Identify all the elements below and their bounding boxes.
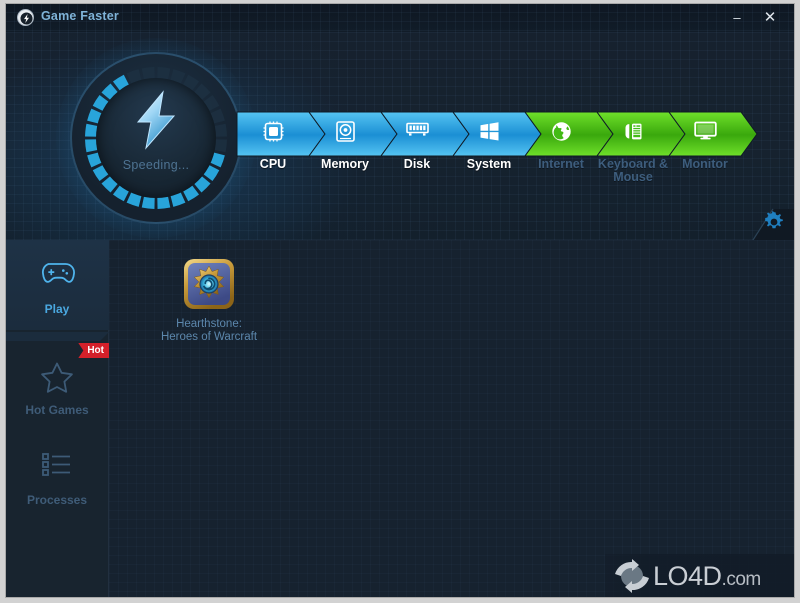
minimize-button[interactable]: – [726,9,748,27]
gauge-status-text: Speeding... [122,158,190,172]
window-title: Game Faster [41,9,119,23]
app-logo-icon [17,9,34,26]
monitor-icon [669,121,741,145]
gamepad-icon [5,260,109,291]
settings-button[interactable] [727,203,795,240]
optimize-steps: CPU Memory Disk System Internet Keyboard… [236,111,758,184]
watermark-main: LO4D [653,560,722,591]
step-monitor[interactable]: Monitor [668,111,758,171]
star-icon [5,361,109,398]
titlebar-texture [5,3,795,32]
header-panel: Speeding... CPU Memory Disk System Inter… [5,32,795,240]
lo4d-logo-icon [615,559,649,593]
game-tile[interactable]: Hearthstone: Heroes of Warcraft [149,258,269,344]
step-keyboard-mouse[interactable]: Keyboard & Mouse [596,111,686,184]
lightning-bolt-icon [130,90,182,155]
hot-badge: Hot [78,343,109,358]
sidebar: Play Hot Games Hot Processes [5,240,109,598]
memory-disk-icon [309,121,381,147]
speed-gauge: Speeding... [56,38,256,238]
step-label: Monitor [682,157,728,171]
game-name: Hearthstone: Heroes of Warcraft [160,318,258,343]
step-system[interactable]: System [452,111,542,171]
content-area: Hearthstone: Heroes of Warcraft [109,240,795,598]
globe-icon [525,121,597,147]
sidebar-item-hot-games[interactable]: Hot Games Hot [5,341,109,431]
step-internet[interactable]: Internet [524,111,614,171]
sidebar-item-label: Play [44,302,70,316]
list-icon [5,451,109,482]
cpu-chip-icon [237,121,309,147]
watermark-suffix: .com [721,568,762,590]
sidebar-item-label: Hot Games [25,403,89,417]
watermark-text: LO4D.com [653,560,762,591]
windows-logo-icon [453,121,525,147]
watermark: LO4D.com [605,554,795,598]
step-disk[interactable]: Disk [380,111,470,171]
ram-stick-icon [381,121,453,142]
gear-icon [763,210,785,238]
active-tab-notch [5,330,109,341]
sidebar-item-processes[interactable]: Processes [5,431,109,521]
screenshot-root: Game Faster – ✕ Speeding... CPU Memory D… [0,0,800,603]
close-button[interactable]: ✕ [759,9,781,27]
step-cpu[interactable]: CPU [236,111,326,171]
sidebar-item-label: Processes [26,493,88,507]
sidebar-item-play[interactable]: Play [5,240,109,330]
keyboard-mouse-icon [597,121,669,147]
title-bar: Game Faster – ✕ [5,3,795,32]
step-memory[interactable]: Memory [308,111,398,171]
app-window: Game Faster – ✕ Speeding... CPU Memory D… [5,3,795,598]
hearthstone-icon [183,258,235,310]
body-area: Play Hot Games Hot Processes Hearthstone… [5,240,795,598]
